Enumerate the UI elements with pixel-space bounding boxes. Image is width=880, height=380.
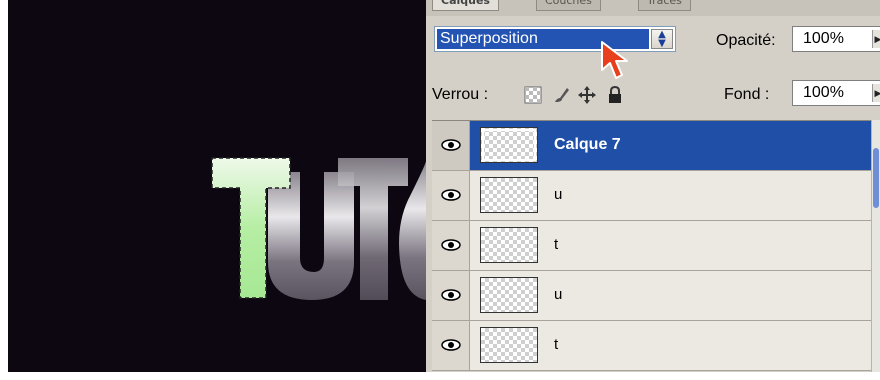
layer-row[interactable]: Calque 7 [432,121,880,171]
visibility-toggle[interactable] [432,171,470,220]
blend-mode-select[interactable]: Superposition ▲ ▼ [434,26,676,52]
tab-channels[interactable]: Couches [536,0,601,11]
lock-all-icon[interactable] [606,86,624,104]
layer-name: u [554,186,563,203]
letter-u [268,172,354,300]
fill-field[interactable]: 100% ▶ [792,80,880,106]
layer-row[interactable]: t [432,321,880,371]
layer-thumbnail [480,227,538,263]
blend-mode-spinner[interactable]: ▲ ▼ [651,29,673,49]
opacity-value: 100% [803,30,844,47]
opacity-label: Opacité: [716,32,776,49]
document-canvas[interactable] [8,0,426,372]
eye-icon [441,289,461,301]
layer-row[interactable]: t [432,221,880,271]
opacity-arrow-icon[interactable]: ▶ [872,30,880,48]
panel-tabs: Calques Couches Tracés [426,0,880,16]
layers-panel: Calques Couches Tracés Superposition ▲ ▼ … [426,0,880,372]
layer-thumbnail [480,127,538,163]
mouse-cursor-icon [601,41,628,79]
visibility-toggle[interactable] [432,121,470,170]
fill-label: Fond : [724,86,770,103]
visibility-toggle[interactable] [432,221,470,270]
layer-thumbnail [480,327,538,363]
layers-scrollbar[interactable] [871,120,880,372]
layer-name: t [554,236,559,253]
fill-value: 100% [803,84,844,101]
lock-label: Verrou : [432,86,489,103]
move-icon[interactable] [578,86,596,104]
layer-thumbnail [480,277,538,313]
layer-name: t [554,336,559,353]
layers-list: Calque 7 u t u t [432,120,880,372]
brush-icon[interactable] [552,86,570,104]
scrollbar-thumb[interactable] [873,148,879,208]
tab-layers[interactable]: Calques [432,0,499,11]
layer-name: u [554,286,563,303]
visibility-toggle[interactable] [432,271,470,320]
tab-paths[interactable]: Tracés [638,0,691,11]
eye-icon [441,189,461,201]
visibility-toggle[interactable] [432,321,470,370]
eye-icon [441,339,461,351]
eye-icon [441,239,461,251]
layer-name: Calque 7 [554,136,621,153]
eye-icon [441,139,461,151]
layer-row[interactable]: u [432,271,880,321]
lock-transparency-icon[interactable] [524,86,542,104]
layer-row[interactable]: u [432,171,880,221]
layer-thumbnail [480,177,538,213]
fill-arrow-icon[interactable]: ▶ [872,84,880,102]
opacity-field[interactable]: 100% ▶ [792,26,880,52]
canvas-artwork [211,157,426,300]
